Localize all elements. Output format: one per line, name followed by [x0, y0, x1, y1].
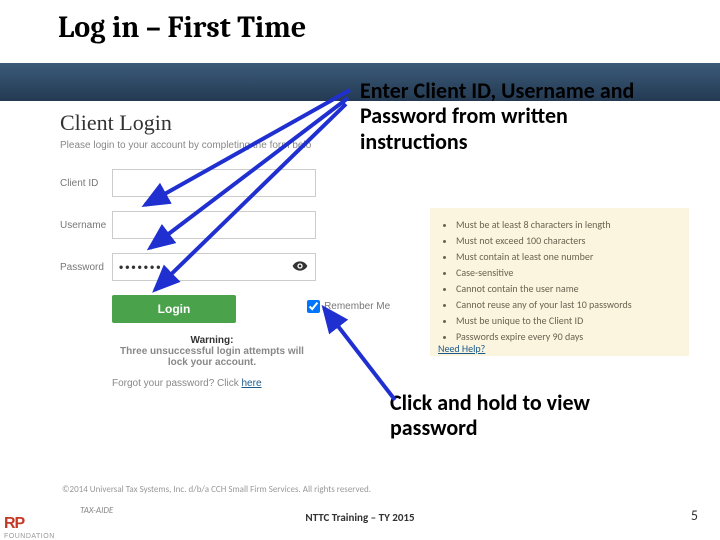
password-rule: Cannot reuse any of your last 10 passwor… [456, 298, 677, 311]
forgot-password: Forgot your password? Click here [112, 378, 390, 389]
warning-text: Three unsuccessful login attempts will l… [112, 346, 312, 368]
copyright-text: ©2014 Universal Tax Systems, Inc. d/b/a … [62, 484, 371, 495]
password-rule: Cannot contain the user name [456, 282, 677, 295]
username-label: Username [60, 220, 112, 231]
clientid-input[interactable] [112, 169, 316, 197]
warning-title: Warning: [112, 335, 312, 346]
password-rules-box: Must be at least 8 characters in length M… [430, 208, 689, 356]
callout-enter-credentials: Enter Client ID, Username and Password f… [360, 78, 680, 154]
remember-checkbox[interactable] [307, 300, 320, 313]
login-subtext: Please login to your account by completi… [60, 140, 390, 151]
password-rule: Must be at least 8 characters in length [456, 218, 677, 231]
forgot-link[interactable]: here [242, 378, 262, 389]
password-rule: Must contain at least one number [456, 250, 677, 263]
remember-me[interactable]: Remember Me [303, 297, 390, 316]
footer-center: NTTC Training – TY 2015 [0, 511, 720, 524]
callout-view-password: Click and hold to view password [390, 390, 670, 441]
slide-title: Log in – First Time [58, 10, 306, 45]
clientid-label: Client ID [60, 178, 112, 189]
password-input[interactable] [112, 253, 316, 281]
remember-label: Remember Me [324, 301, 390, 312]
eye-icon[interactable] [292, 258, 308, 274]
login-heading: Client Login [60, 110, 390, 136]
password-rule: Must be unique to the Client ID [456, 314, 677, 327]
login-form: Client Login Please login to your accoun… [60, 110, 390, 389]
password-label: Password [60, 262, 112, 273]
password-rule: Passwords expire every 90 days [456, 330, 677, 343]
password-rule: Case-sensitive [456, 266, 677, 279]
page-number: 5 [691, 507, 698, 524]
username-input[interactable] [112, 211, 316, 239]
password-rules-list: Must be at least 8 characters in length M… [442, 218, 677, 343]
login-button[interactable]: Login [112, 295, 236, 323]
need-help-link[interactable]: Need Help? [438, 342, 485, 355]
password-rule: Must not exceed 100 characters [456, 234, 677, 247]
footer: RP FOUNDATION TAX-AIDE NTTC Training – T… [0, 498, 720, 540]
